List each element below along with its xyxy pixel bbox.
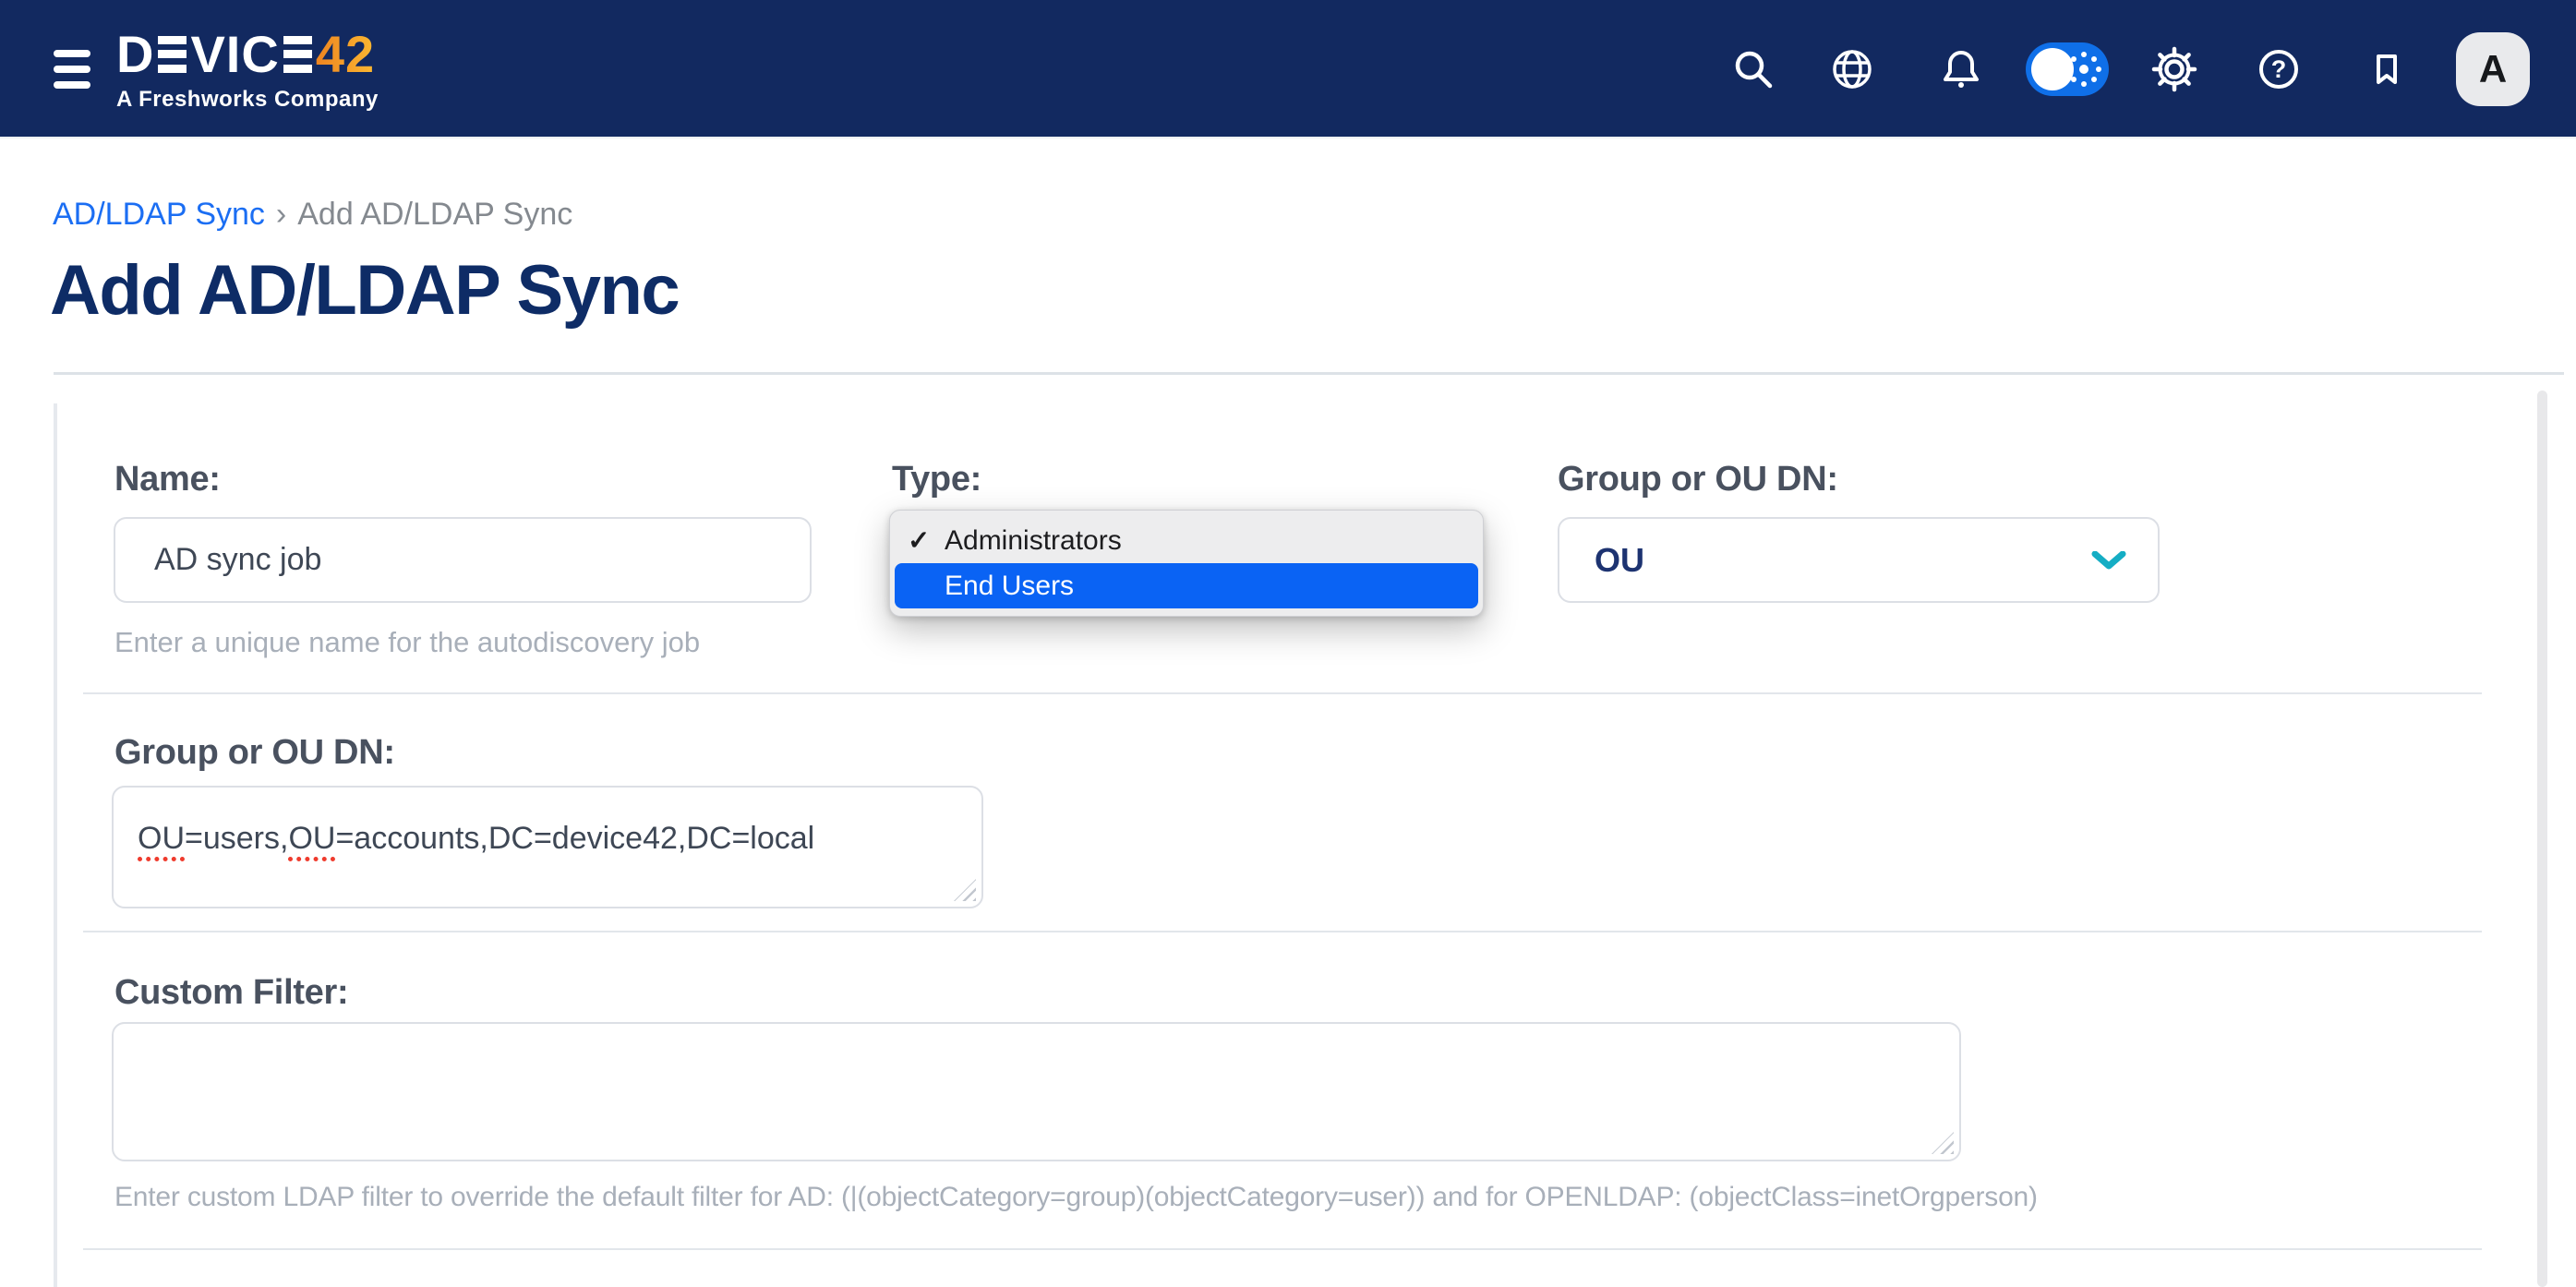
type-option-label: Administrators xyxy=(945,525,1122,557)
group-ou-select-label: Group or OU DN: xyxy=(1558,460,1838,499)
group-ou-select-value: OU xyxy=(1595,541,2091,580)
scrollbar-thumb[interactable] xyxy=(2537,391,2547,1287)
bookmark-icon[interactable] xyxy=(2354,37,2419,102)
bell-icon[interactable] xyxy=(1929,37,1993,102)
resize-handle[interactable] xyxy=(954,879,976,901)
card-left-border xyxy=(54,403,57,1287)
custom-filter-label: Custom Filter: xyxy=(114,973,348,1013)
page-title: Add AD/LDAP Sync xyxy=(50,240,679,342)
type-option-administrators[interactable]: ✓ Administrators xyxy=(895,518,1478,563)
screen: DVIC42 A Freshworks Company xyxy=(0,0,2576,1287)
logo-wordmark: DVIC42 xyxy=(116,28,379,81)
globe-icon[interactable] xyxy=(1820,37,1884,102)
resize-handle[interactable] xyxy=(1932,1132,1954,1154)
chevron-down-icon xyxy=(2091,551,2126,570)
type-dropdown-menu: ✓ Administrators End Users xyxy=(889,510,1484,617)
toggle-knob-icon xyxy=(2031,48,2074,90)
device42-logo[interactable]: DVIC42 A Freshworks Company xyxy=(116,28,379,113)
name-input-value: AD sync job xyxy=(154,542,321,578)
breadcrumb-parent-link[interactable]: AD/LDAP Sync xyxy=(53,197,265,232)
breadcrumb: AD/LDAP Sync › Add AD/LDAP Sync xyxy=(53,194,572,235)
user-avatar[interactable]: A xyxy=(2456,32,2530,106)
breadcrumb-separator: › xyxy=(276,197,286,232)
row-divider xyxy=(83,1248,2482,1250)
check-icon: ✓ xyxy=(908,524,945,557)
search-icon[interactable] xyxy=(1721,37,1786,102)
breadcrumb-current: Add AD/LDAP Sync xyxy=(297,197,572,232)
type-label: Type: xyxy=(892,460,981,499)
sun-icon xyxy=(2079,65,2088,74)
custom-filter-helper-text: Enter custom LDAP filter to override the… xyxy=(114,1182,2038,1213)
group-ou-dn-label: Group or OU DN: xyxy=(114,733,395,773)
page-divider xyxy=(54,372,2564,375)
group-ou-select[interactable]: OU xyxy=(1558,517,2160,603)
group-ou-dn-textarea[interactable]: OU=users,OU=accounts,DC=device42,DC=loca… xyxy=(112,786,983,908)
logo-e-glyph xyxy=(283,36,312,73)
name-helper-text: Enter a unique name for the autodiscover… xyxy=(114,626,700,659)
custom-filter-textarea[interactable] xyxy=(112,1022,1961,1161)
type-option-label: End Users xyxy=(945,571,1074,602)
help-icon[interactable]: ? xyxy=(2246,37,2311,102)
logo-e-glyph xyxy=(158,36,187,73)
row-divider xyxy=(83,931,2482,932)
misspelled-token: OU xyxy=(138,821,185,861)
logo-subtitle: A Freshworks Company xyxy=(116,87,379,113)
row-divider xyxy=(83,692,2482,694)
dn-value: OU=users,OU=accounts,DC=device42,DC=loca… xyxy=(138,821,814,861)
top-navbar: DVIC42 A Freshworks Company xyxy=(0,0,2576,138)
name-label: Name: xyxy=(114,460,221,499)
name-input[interactable]: AD sync job xyxy=(114,517,812,603)
theme-toggle[interactable] xyxy=(2026,42,2109,96)
hamburger-menu-icon[interactable] xyxy=(54,50,92,89)
misspelled-token: OU xyxy=(288,821,335,861)
gear-icon[interactable] xyxy=(2142,37,2207,102)
svg-text:?: ? xyxy=(2271,55,2287,83)
type-option-end-users[interactable]: End Users xyxy=(895,563,1478,608)
